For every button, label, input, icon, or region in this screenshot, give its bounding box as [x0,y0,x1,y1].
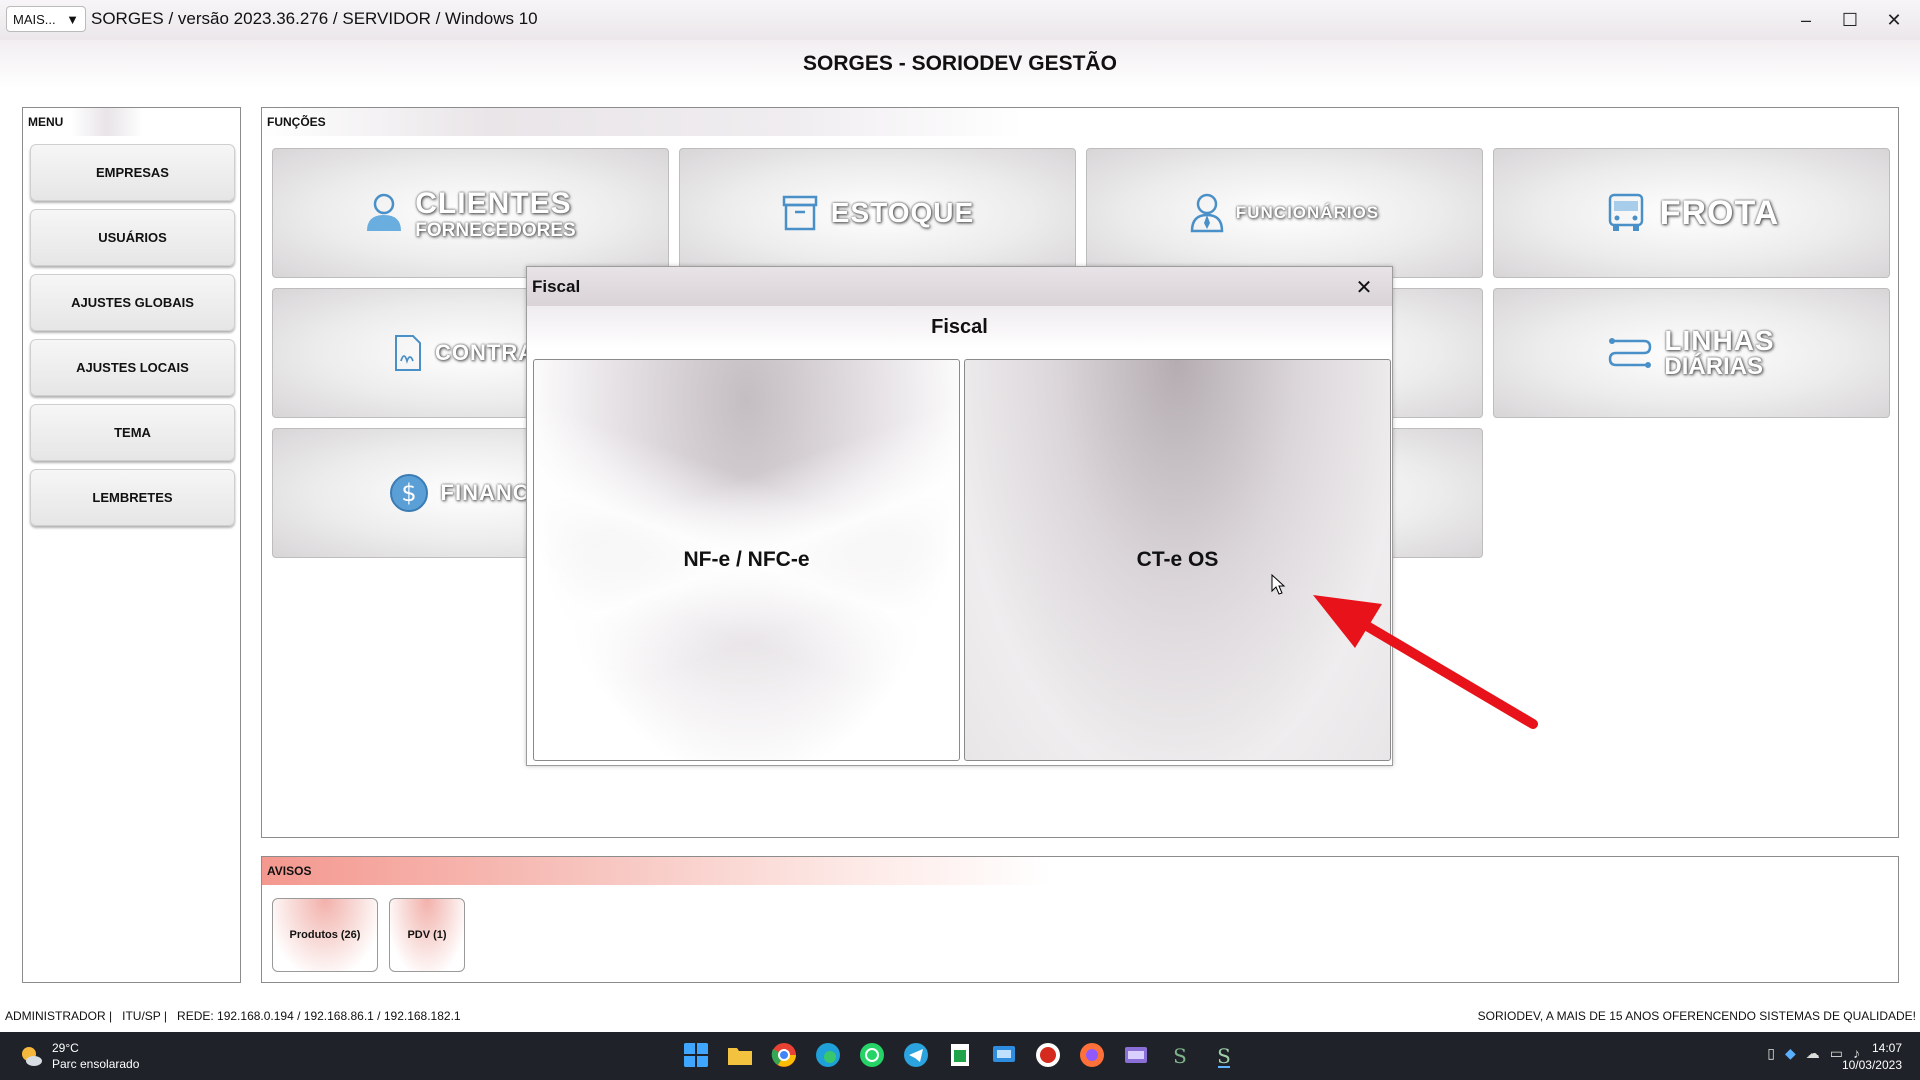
close-button[interactable]: ✕ [1877,8,1911,32]
red-arrow-annotation [1313,595,1538,729]
tile-clientes[interactable]: CLIENTES FORNECEDORES [272,148,669,278]
remote-desktop-icon[interactable] [991,1042,1017,1068]
tray-usb-icon[interactable]: ▯ [1767,1045,1775,1062]
minimize-button[interactable]: – [1789,8,1823,32]
svg-text:$: $ [401,479,416,507]
nfe-nfce-label: NF-e / NFC-e [683,548,810,571]
menu-empresas-button[interactable]: EMPRESAS [30,144,235,201]
person-icon [367,193,402,231]
menu-usuarios-button[interactable]: USUÁRIOS [30,209,235,266]
maximize-button[interactable]: ☐ [1833,8,1867,32]
weather-widget[interactable]: 29°C Parc ensolarado [18,1040,139,1072]
tile-linhas-label: LINHAS [1664,325,1775,356]
media-app-icon[interactable] [1123,1042,1149,1068]
tile-clientes-label: CLIENTES [415,186,572,220]
employee-icon [1190,193,1224,233]
taskbar-clock[interactable]: 14:07 10/03/2023 [1842,1040,1902,1074]
window-title: SORGES / versão 2023.36.276 / SERVIDOR /… [91,9,538,28]
menu-ajustes-locais-button[interactable]: AJUSTES LOCAIS [30,339,235,396]
menu-panel: MENU EMPRESAS USUÁRIOS AJUSTES GLOBAIS A… [22,107,241,983]
spreadsheet-icon[interactable] [947,1042,973,1068]
dialog-close-button[interactable]: ✕ [1352,275,1376,299]
tile-estoque-label: ESTOQUE [830,197,975,228]
avisos-title: AVISOS [262,857,1052,885]
tile-linhas-sublabel: DIÁRIAS [1664,353,1764,380]
menu-title: MENU [23,108,143,136]
mais-dropdown[interactable]: MAIS... ▼ [6,6,86,32]
whatsapp-icon[interactable] [859,1042,885,1068]
mouse-cursor-icon [1271,574,1286,595]
box-icon [782,195,818,231]
mais-label: MAIS... [13,11,56,27]
sorges-icon[interactable]: S [1167,1042,1193,1068]
svg-text:S: S [1173,1044,1187,1068]
menu-tema-button[interactable]: TEMA [30,404,235,461]
tile-frota[interactable]: FROTA [1493,148,1890,278]
weather-temp: 29°C [52,1041,79,1055]
app-header: SORGES - SORIODEV GESTÃO [0,40,1920,88]
dialog-title: Fiscal [532,276,581,296]
edge-icon[interactable] [815,1042,841,1068]
svg-text:S: S [1217,1044,1231,1068]
contract-icon [395,335,422,371]
chevron-down-icon: ▼ [66,11,79,27]
aviso-pdv-button[interactable]: PDV (1) [389,898,465,972]
weather-desc: Parc ensolarado [52,1057,140,1071]
cte-os-label: CT-e OS [1136,548,1219,571]
route-icon [1609,338,1652,368]
status-right: SORIODEV, A MAIS DE 15 ANOS OFERENCENDO … [1477,1009,1916,1023]
status-left: ADMINISTRADOR | ITU/SP | REDE: 192.168.0… [5,1009,461,1023]
tile-clientes-sublabel: FORNECEDORES [415,219,576,241]
dialog-title-bar: Fiscal [527,267,1392,306]
tile-estoque[interactable]: ESTOQUE [679,148,1076,278]
app-red-icon[interactable] [1035,1042,1061,1068]
tile-frota-label: FROTA [1659,193,1780,232]
dialog-header: Fiscal [527,306,1392,349]
telegram-icon[interactable] [903,1042,929,1068]
menu-ajustes-globais-button[interactable]: AJUSTES GLOBAIS [30,274,235,331]
fiscal-dialog: Fiscal ✕ Fiscal NF-e / NFC-e CT-e OS [526,266,1393,766]
tray-security-icon[interactable]: ◆ [1785,1045,1796,1062]
aviso-produtos-button[interactable]: Produtos (26) [272,898,378,972]
tile-funcionarios-label: FUNCIONÁRIOS [1235,203,1380,222]
bus-icon [1608,193,1643,231]
sorges-active-icon[interactable]: S [1211,1042,1237,1068]
tile-linhas-diarias[interactable]: LINHAS DIÁRIAS [1493,288,1890,418]
windows-start-icon[interactable] [683,1042,709,1068]
funcoes-title: FUNÇÕES [262,108,1022,136]
clock-date: 10/03/2023 [1841,1058,1902,1072]
clock-time: 14:07 [1871,1041,1902,1055]
dollar-icon: $ [389,474,428,512]
menu-lembretes-button[interactable]: LEMBRETES [30,469,235,526]
avisos-panel: AVISOS Produtos (26) PDV (1) [261,856,1899,983]
nfe-nfce-button[interactable]: NF-e / NFC-e [533,359,960,761]
tray-cloud-icon[interactable]: ☁ [1806,1045,1820,1062]
file-explorer-icon[interactable] [727,1042,753,1068]
firefox-icon[interactable] [1079,1042,1105,1068]
sun-cloud-icon [22,1047,42,1066]
chrome-icon[interactable] [771,1042,797,1068]
tile-funcionarios[interactable]: FUNCIONÁRIOS [1086,148,1483,278]
